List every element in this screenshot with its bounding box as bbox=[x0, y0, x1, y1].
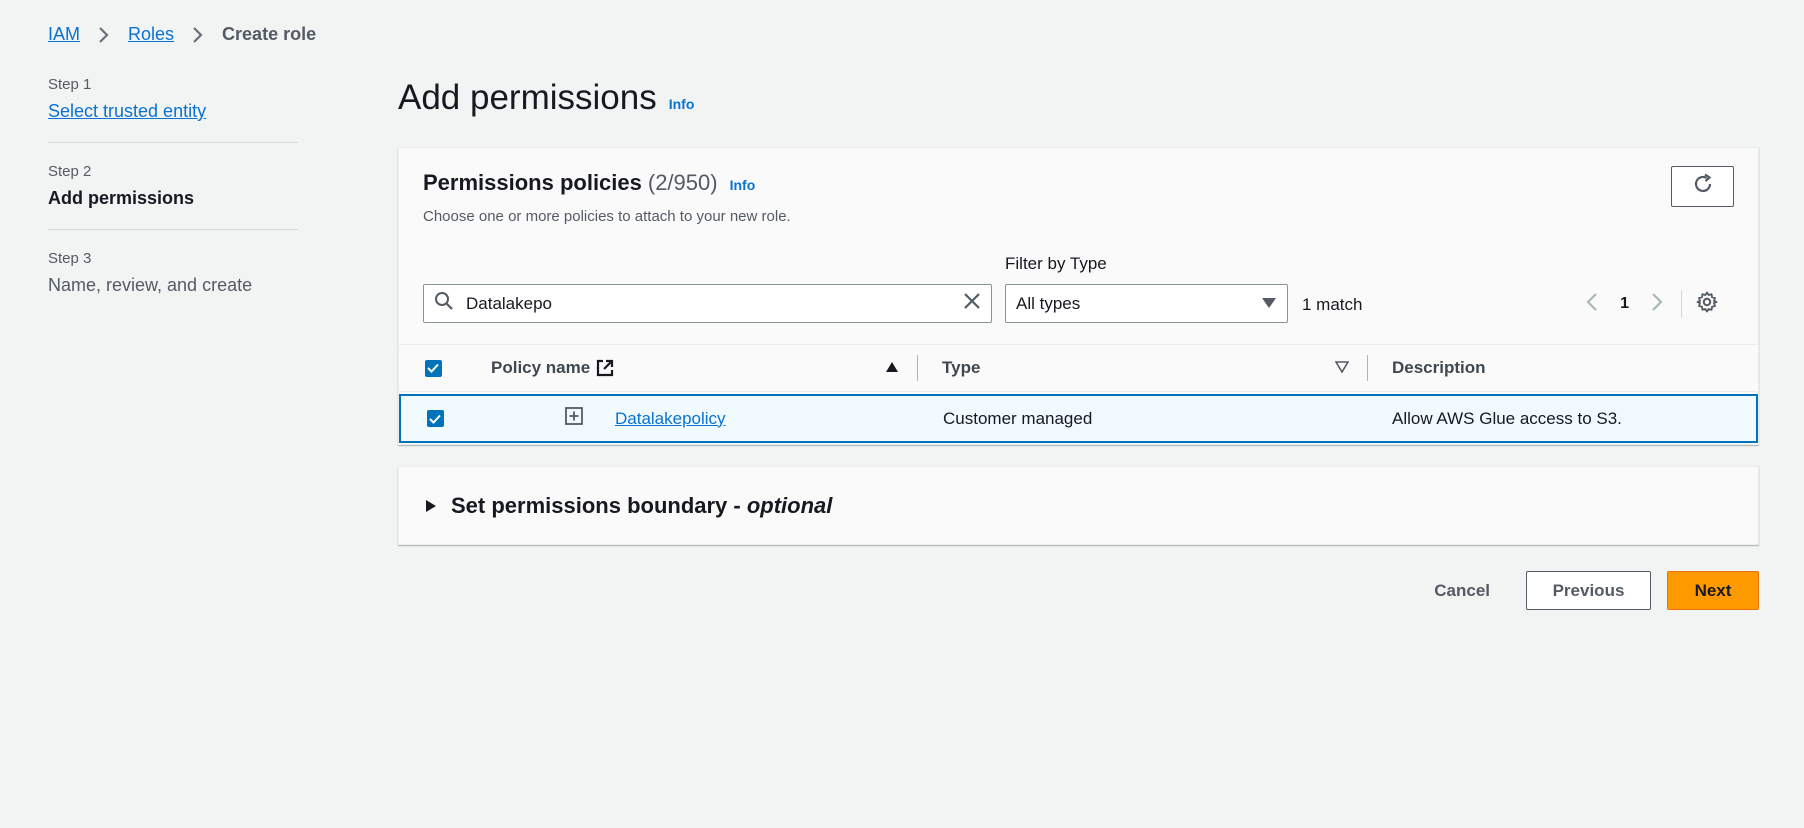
breadcrumb-iam[interactable]: IAM bbox=[48, 24, 80, 45]
page-title: Add permissions bbox=[398, 78, 657, 117]
column-header-description: Description bbox=[1392, 358, 1486, 377]
pager-divider bbox=[1681, 290, 1682, 318]
policy-search-input[interactable]: Datalakepo bbox=[423, 284, 992, 323]
step-2: Step 2 Add permissions bbox=[48, 163, 298, 230]
step-link-select-trusted-entity[interactable]: Select trusted entity bbox=[48, 101, 298, 122]
breadcrumb-current: Create role bbox=[222, 24, 317, 44]
caret-right-icon bbox=[425, 493, 437, 519]
type-header-label: Type bbox=[942, 358, 981, 377]
permissions-policies-panel: Permissions policies (2/950) Info Choose… bbox=[398, 147, 1759, 445]
column-header-type[interactable]: Type bbox=[918, 358, 1367, 378]
select-all-checkbox[interactable] bbox=[424, 359, 442, 377]
step-title-add-permissions: Add permissions bbox=[48, 188, 195, 208]
breadcrumb: IAM Roles Create role bbox=[48, 24, 316, 45]
match-count: 1 match bbox=[1302, 295, 1363, 314]
select-all-cell bbox=[399, 359, 467, 377]
step-3: Step 3 Name, review, and create bbox=[48, 250, 298, 316]
policy-name-header-label: Policy name bbox=[491, 358, 591, 377]
policy-description-cell: Allow AWS Glue access to S3. bbox=[1392, 408, 1622, 428]
expand-plus-icon[interactable] bbox=[565, 407, 583, 430]
panel-header: Permissions policies (2/950) Info Choose… bbox=[423, 170, 791, 225]
clear-icon[interactable] bbox=[963, 292, 981, 315]
previous-button[interactable]: Previous bbox=[1526, 571, 1651, 610]
permissions-boundary-expander[interactable]: Set permissions boundary - optional bbox=[398, 466, 1759, 545]
external-link-icon bbox=[596, 359, 614, 377]
boundary-optional-label: optional bbox=[746, 492, 833, 518]
step-title-name-review-create: Name, review, and create bbox=[48, 275, 253, 295]
policy-name-cell: Datalakepolicy bbox=[469, 407, 919, 430]
step-number: Step 2 bbox=[48, 163, 92, 180]
panel-info-link[interactable]: Info bbox=[730, 177, 756, 193]
next-button[interactable]: Next bbox=[1667, 571, 1759, 610]
policies-table-header: Policy name Type Description bbox=[399, 344, 1758, 392]
sort-ascending-icon[interactable] bbox=[885, 358, 899, 378]
chevron-right-icon[interactable] bbox=[1651, 292, 1663, 317]
filter-by-type-label: Filter by Type bbox=[1005, 254, 1107, 273]
panel-title: Permissions policies bbox=[423, 170, 642, 195]
breadcrumb-roles[interactable]: Roles bbox=[128, 24, 174, 45]
cancel-button[interactable]: Cancel bbox=[1434, 581, 1490, 601]
wizard-actions: Cancel Previous Next bbox=[1434, 571, 1759, 610]
settings-gear-icon[interactable] bbox=[1696, 291, 1718, 318]
page-number[interactable]: 1 bbox=[1620, 295, 1629, 313]
row-checkbox[interactable] bbox=[426, 410, 444, 427]
policy-count: (2/950) bbox=[647, 170, 718, 195]
type-filter-value: All types bbox=[1016, 293, 1081, 313]
step-number: Step 3 bbox=[48, 250, 92, 267]
panel-description: Choose one or more policies to attach to… bbox=[423, 208, 791, 225]
chevron-right-icon bbox=[190, 26, 206, 43]
page-header: Add permissions Info bbox=[398, 78, 694, 118]
column-header-policy-name[interactable]: Policy name bbox=[467, 358, 917, 378]
step-1: Step 1 Select trusted entity bbox=[48, 76, 298, 143]
refresh-icon bbox=[1692, 173, 1714, 200]
type-filter-select[interactable]: All types bbox=[1005, 284, 1288, 323]
policy-name-link[interactable]: Datalakepolicy bbox=[615, 409, 726, 429]
chevron-left-icon[interactable] bbox=[1586, 292, 1598, 317]
row-select-cell bbox=[401, 410, 469, 427]
policy-type-cell: Customer managed bbox=[943, 408, 1093, 428]
chevron-right-icon bbox=[96, 26, 112, 43]
table-row[interactable]: Datalakepolicy Customer managed Allow AW… bbox=[399, 394, 1758, 443]
boundary-title: Set permissions boundary - bbox=[451, 492, 747, 518]
refresh-button[interactable] bbox=[1671, 166, 1734, 207]
wizard-steps: Step 1 Select trusted entity Step 2 Add … bbox=[48, 76, 298, 336]
search-icon bbox=[434, 291, 454, 316]
pagination: 1 bbox=[1586, 286, 1718, 322]
step-number: Step 1 bbox=[48, 76, 92, 93]
search-query: Datalakepo bbox=[466, 293, 553, 313]
sort-icon[interactable] bbox=[1334, 358, 1350, 378]
page-info-link[interactable]: Info bbox=[669, 96, 695, 112]
caret-down-icon bbox=[1261, 294, 1277, 314]
